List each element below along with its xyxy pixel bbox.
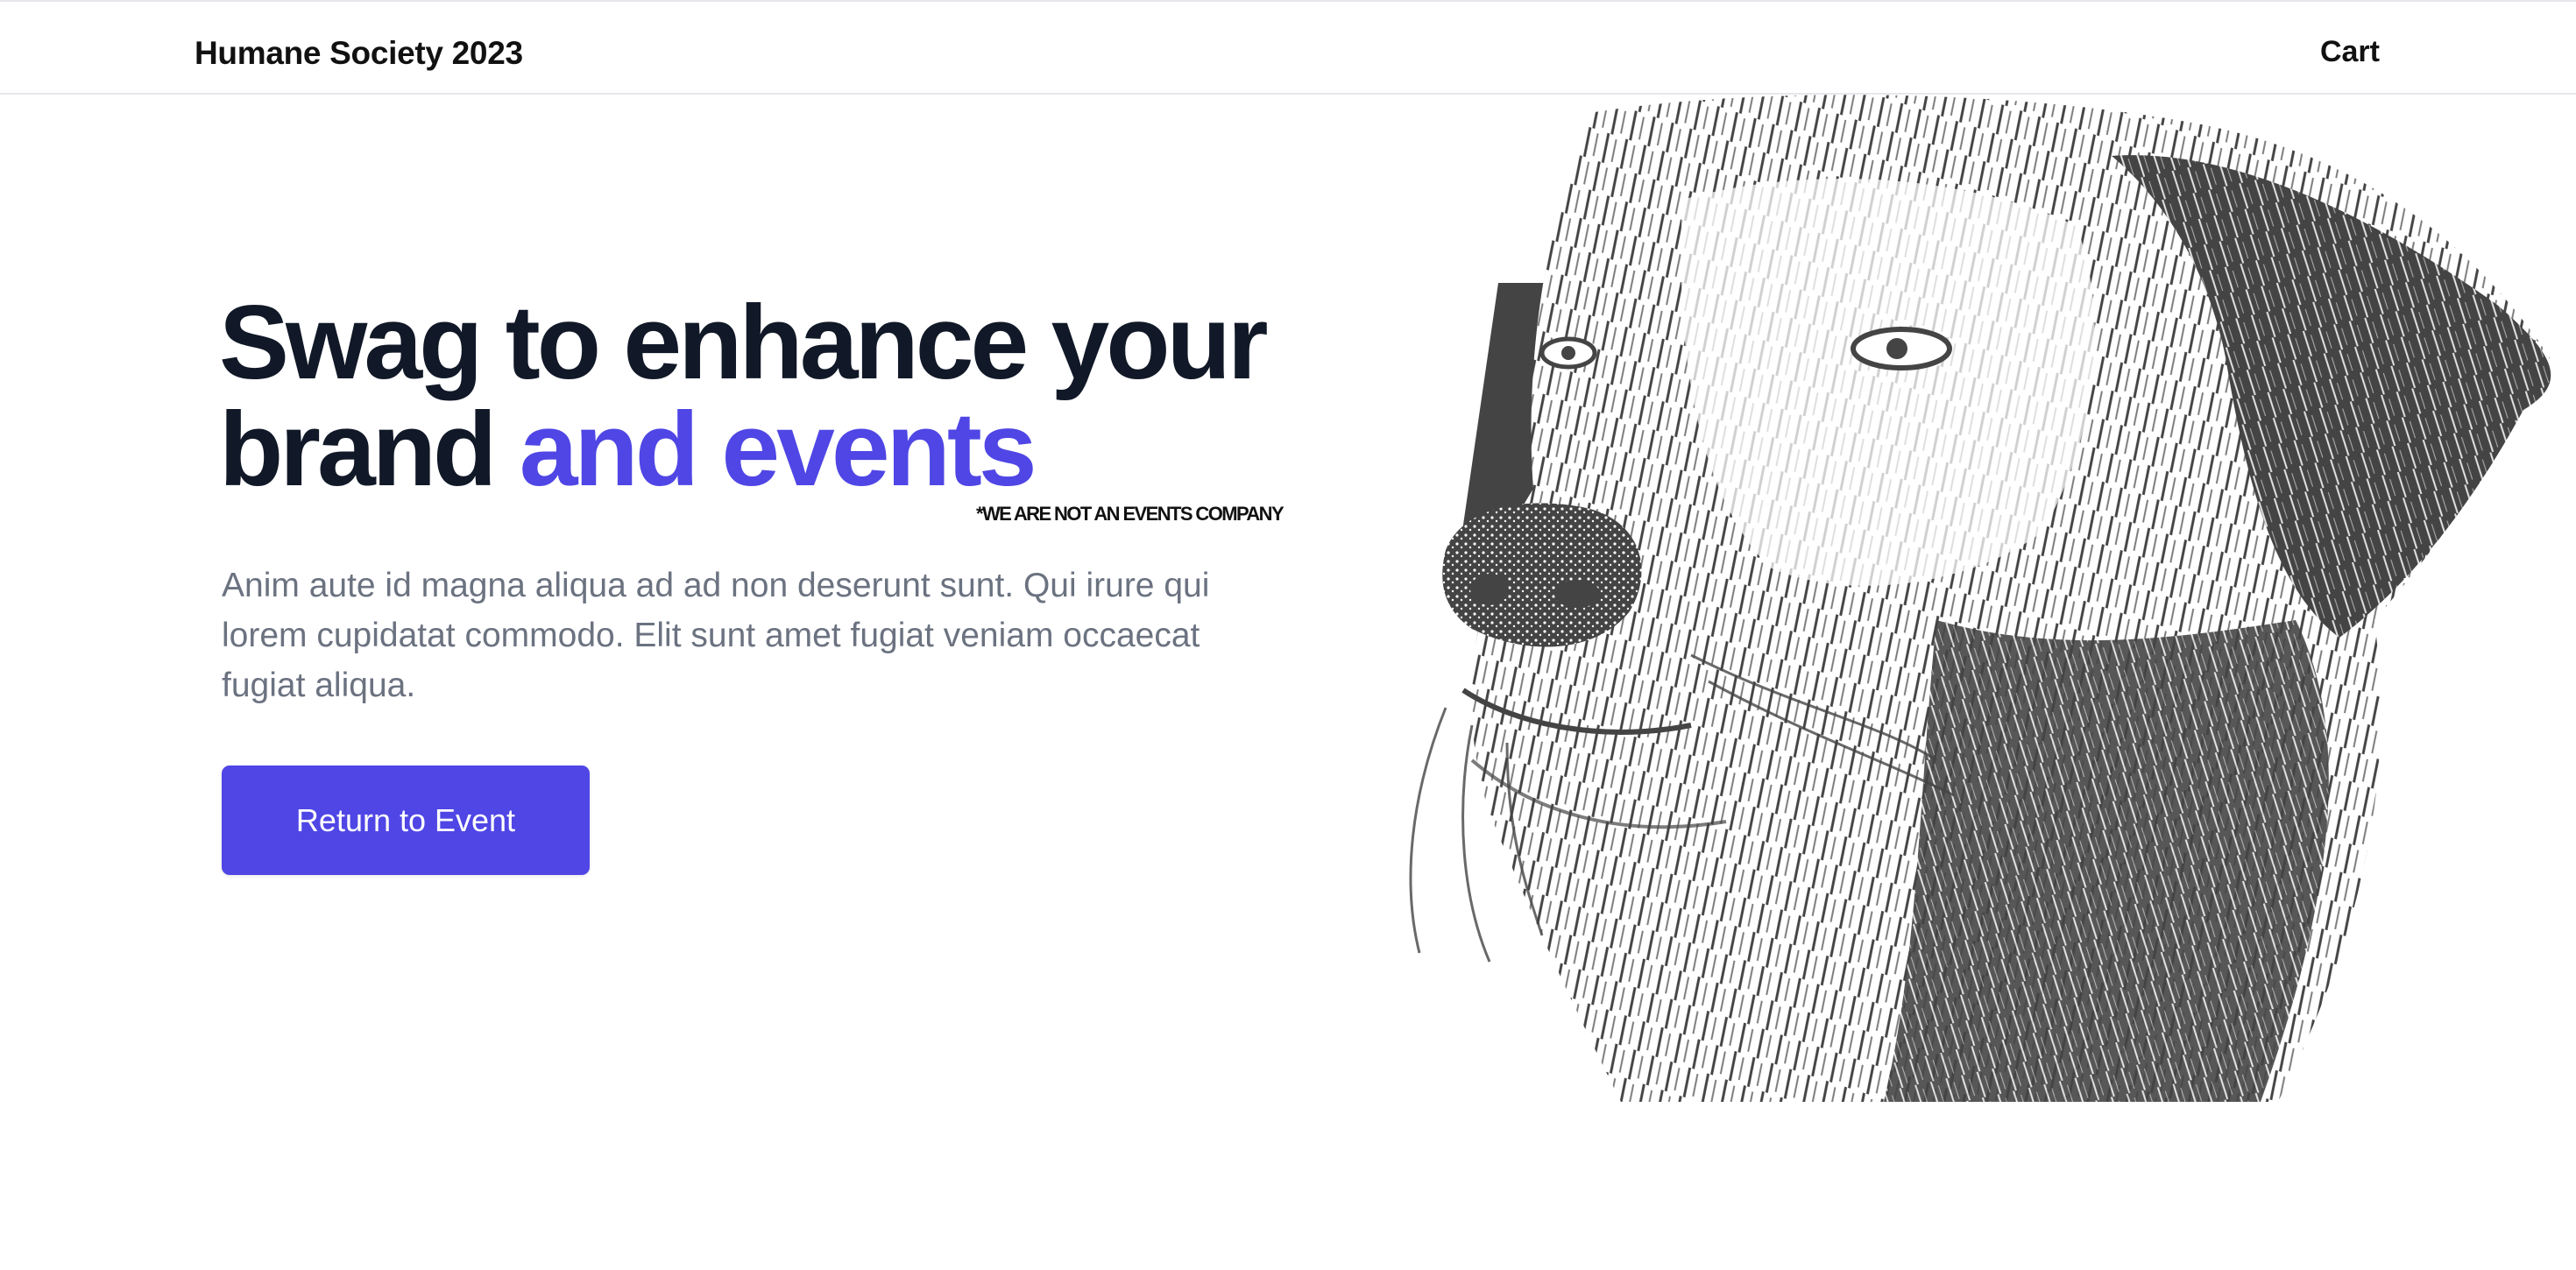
hero-description: Anim aute id magna aliqua ad ad non dese… <box>222 567 1210 704</box>
dog-chest-fur <box>1884 620 2329 1102</box>
hero-title-accent: and events <box>519 391 1037 508</box>
hero-title: Swag to enhance your brand and events <box>219 289 1358 503</box>
brand-logo-text[interactable]: Humane Society 2023 <box>195 35 523 72</box>
disclaimer-note: *WE ARE NOT AN EVENTS COMPANY <box>976 503 1284 525</box>
cart-link[interactable]: Cart <box>2320 35 2380 69</box>
dog-illustration <box>1409 95 2551 1102</box>
dog-nose <box>1442 503 1642 647</box>
return-to-event-button[interactable]: Return to Event <box>222 766 590 875</box>
site-header: Humane Society 2023 Cart <box>0 0 2576 95</box>
dog-face-light <box>1681 179 2095 586</box>
